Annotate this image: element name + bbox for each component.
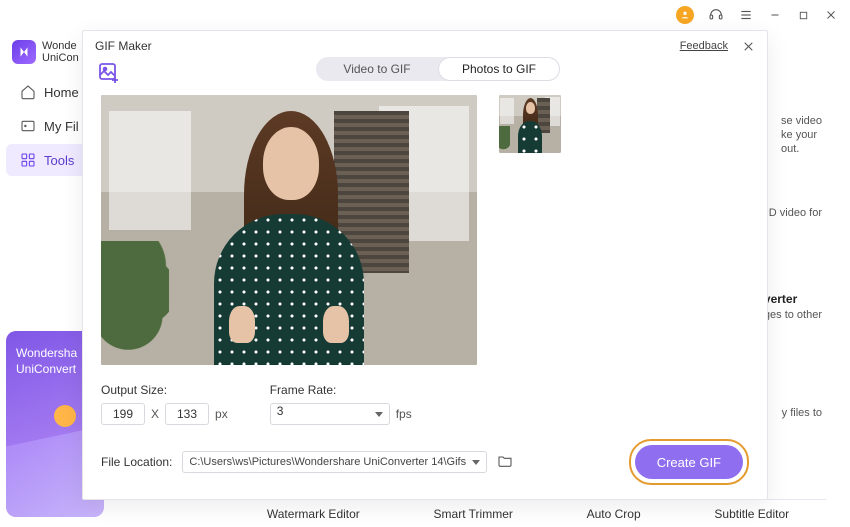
output-width-input[interactable] bbox=[101, 403, 145, 425]
feedback-link[interactable]: Feedback bbox=[680, 40, 728, 52]
output-size-group: Output Size: X px bbox=[101, 383, 228, 425]
support-icon[interactable] bbox=[708, 7, 724, 23]
sidebar-item-label: My Fil bbox=[44, 119, 79, 134]
frame-rate-group: Frame Rate: 3 fps bbox=[270, 383, 412, 425]
tool-autocrop[interactable]: Auto Crop bbox=[587, 507, 641, 521]
mode-toggle: Video to GIF Photos to GIF bbox=[316, 57, 560, 81]
tab-photos-to-gif[interactable]: Photos to GIF bbox=[438, 57, 560, 81]
close-button[interactable] bbox=[824, 8, 838, 22]
output-size-label: Output Size: bbox=[101, 383, 228, 397]
tab-video-to-gif[interactable]: Video to GIF bbox=[316, 57, 438, 81]
sidebar-item-label: Tools bbox=[44, 153, 74, 168]
home-icon bbox=[20, 84, 36, 100]
fps-label: fps bbox=[396, 407, 412, 421]
sidebar-item-label: Home bbox=[44, 85, 79, 100]
preview-pane[interactable] bbox=[101, 95, 477, 365]
gif-maker-modal: GIF Maker Feedback Video to GIF Photos t… bbox=[82, 30, 768, 500]
bg-card-4: y files to bbox=[782, 406, 822, 420]
x-separator: X bbox=[151, 407, 159, 421]
tools-icon bbox=[20, 152, 36, 168]
create-gif-highlight: Create GIF bbox=[629, 439, 749, 485]
maximize-button[interactable] bbox=[796, 8, 810, 22]
account-avatar[interactable] bbox=[676, 6, 694, 24]
frame-rate-label: Frame Rate: bbox=[270, 383, 412, 397]
files-icon bbox=[20, 118, 36, 134]
bg-card-3: verter ges to other bbox=[764, 292, 822, 322]
minimize-button[interactable] bbox=[768, 8, 782, 22]
source-thumbnail[interactable] bbox=[499, 95, 561, 153]
output-height-input[interactable] bbox=[165, 403, 209, 425]
tool-subtitle[interactable]: Subtitle Editor bbox=[714, 507, 789, 521]
frame-rate-select[interactable]: 3 bbox=[270, 403, 390, 425]
brand-line2: UniCon bbox=[42, 52, 79, 64]
px-label: px bbox=[215, 407, 228, 421]
tool-strip: Watermark Editor Smart Trimmer Auto Crop… bbox=[230, 499, 826, 523]
menu-icon[interactable] bbox=[738, 7, 754, 23]
add-media-button[interactable] bbox=[97, 61, 123, 87]
tool-trimmer[interactable]: Smart Trimmer bbox=[434, 507, 513, 521]
open-folder-icon[interactable] bbox=[497, 453, 515, 471]
modal-title: GIF Maker bbox=[95, 39, 152, 53]
bg-card-1: se video ke your out. bbox=[781, 114, 822, 156]
brand-logo-icon bbox=[12, 40, 36, 64]
brand-line1: Wonde bbox=[42, 40, 79, 52]
tool-watermark[interactable]: Watermark Editor bbox=[267, 507, 360, 521]
file-location-label: File Location: bbox=[101, 455, 172, 469]
titlebar bbox=[0, 0, 850, 30]
file-location-select[interactable]: C:\Users\ws\Pictures\Wondershare UniConv… bbox=[182, 451, 487, 473]
modal-close-icon[interactable] bbox=[742, 40, 755, 53]
create-gif-button[interactable]: Create GIF bbox=[635, 445, 743, 479]
bg-card-2: D video for bbox=[769, 206, 822, 220]
